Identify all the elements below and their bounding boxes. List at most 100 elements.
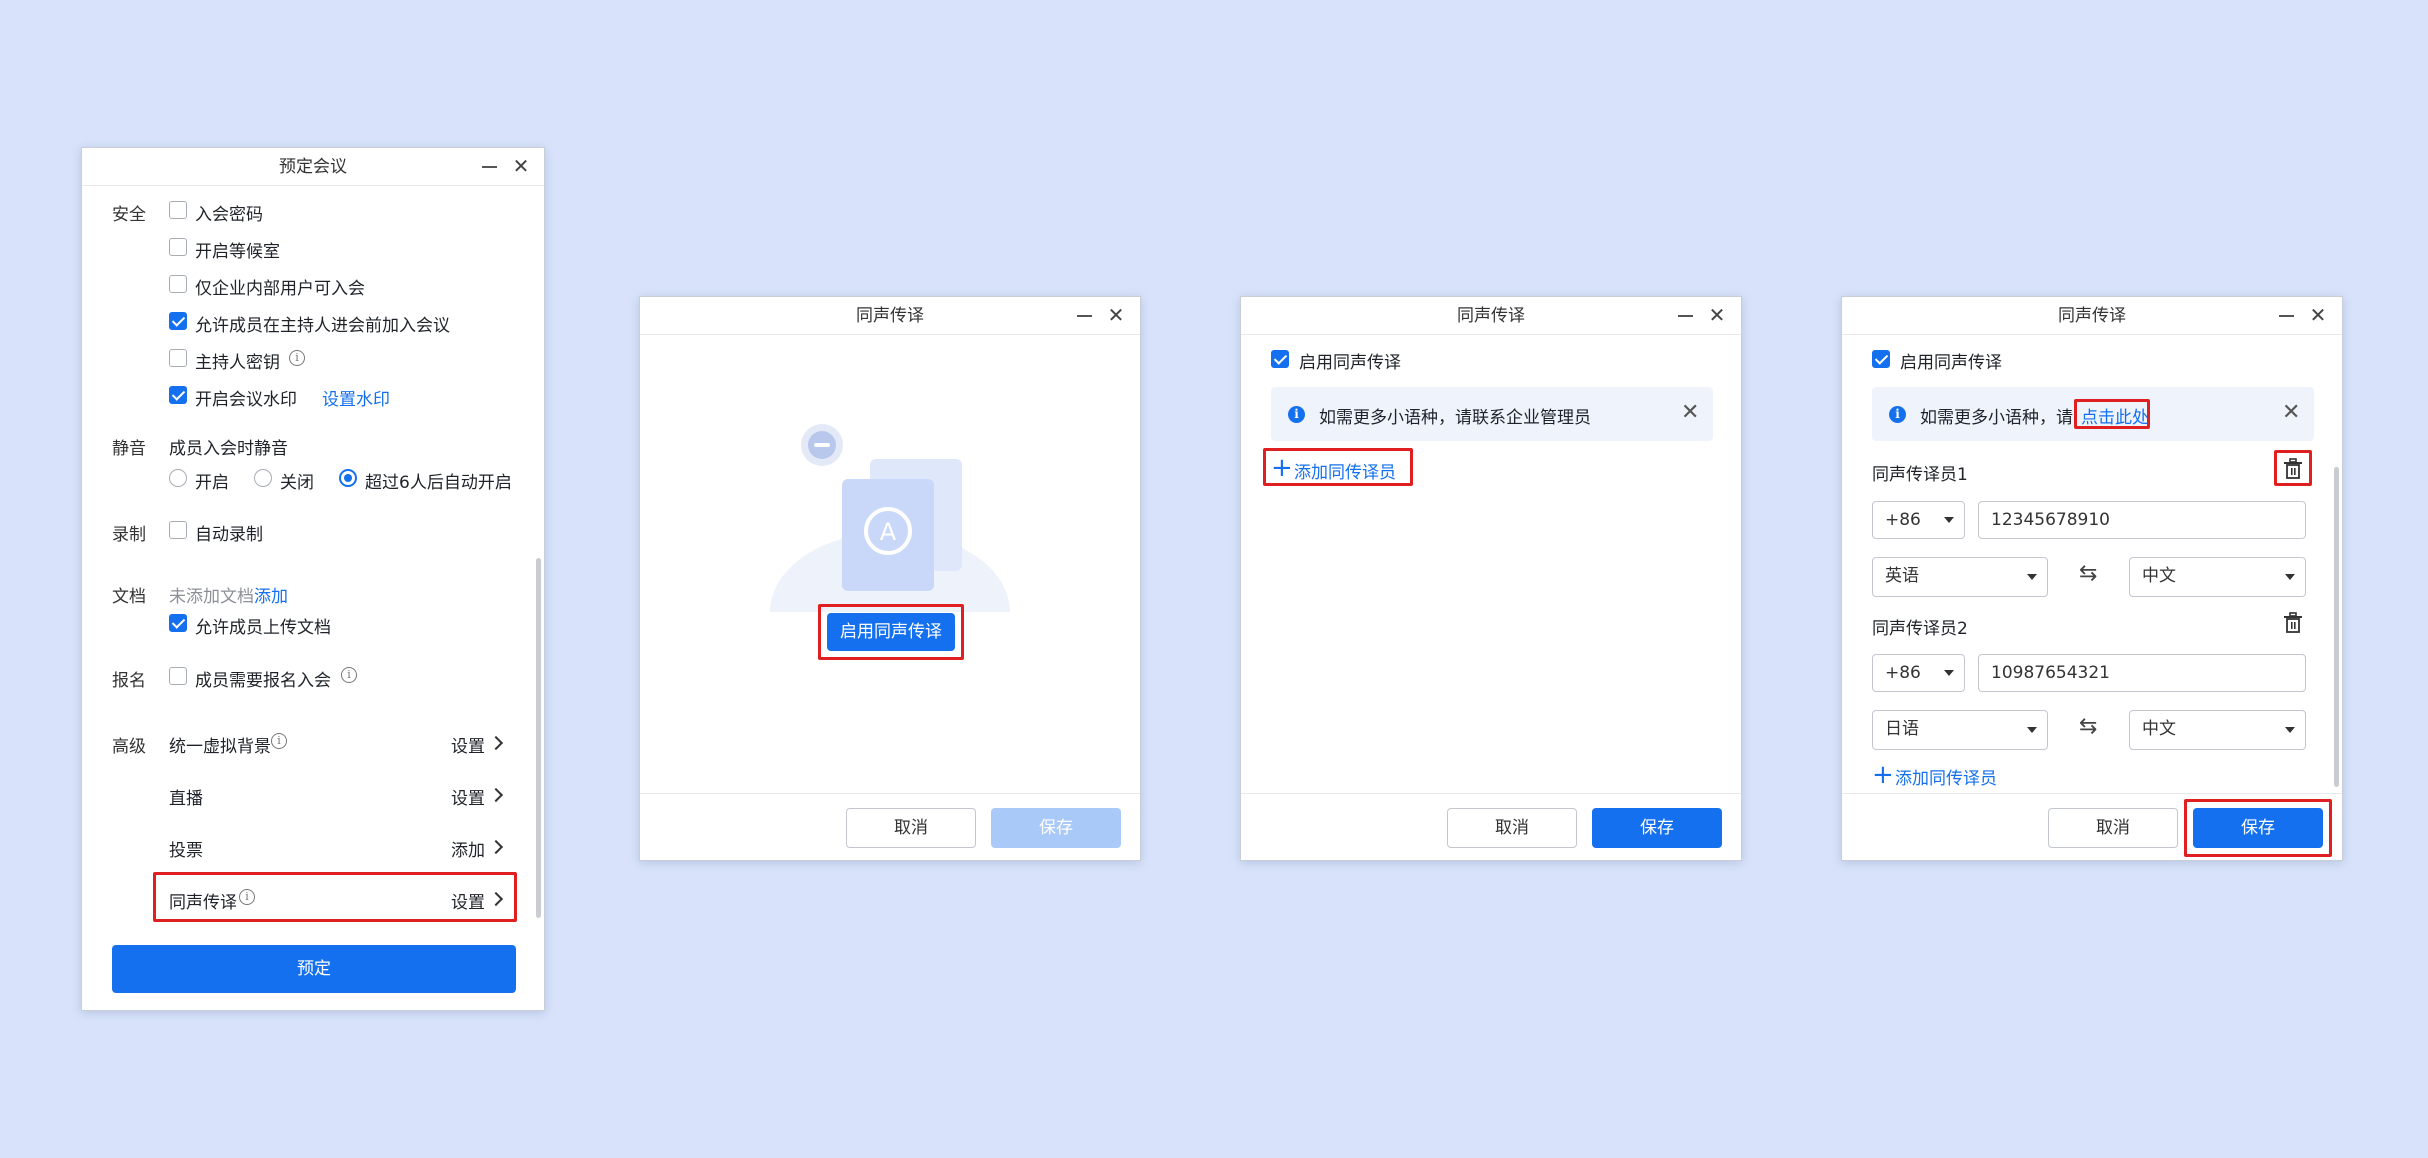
country-code-value: +86	[1885, 663, 1921, 683]
auto-record-label: 自动录制	[195, 525, 263, 545]
internal-only-checkbox[interactable]	[169, 275, 187, 293]
mute-label: 静音	[112, 439, 146, 459]
highlight-box	[2274, 450, 2312, 486]
info-icon[interactable]: i	[271, 733, 287, 749]
target-language-select[interactable]: 中文	[2129, 557, 2306, 597]
save-button[interactable]: 保存	[1592, 808, 1722, 848]
set-watermark-link[interactable]: 设置水印	[322, 385, 390, 410]
cancel-button[interactable]: 取消	[2048, 808, 2178, 848]
advanced-row-label: 投票	[169, 841, 203, 861]
interpreter-label: 同声传译员1	[1872, 465, 1968, 485]
info-icon[interactable]: i	[289, 350, 305, 366]
notice-text: 如需更多小语种，请	[1920, 408, 2073, 428]
target-language-value: 中文	[2142, 719, 2176, 739]
enable-interpretation-checkbox[interactable]	[1872, 350, 1890, 368]
host-key-label: 主持人密钥	[195, 353, 280, 373]
chevron-down-icon	[2027, 727, 2037, 733]
scrollbar[interactable]	[536, 558, 541, 918]
close-icon[interactable]: ✕	[2282, 402, 2300, 424]
target-language-value: 中文	[2142, 566, 2176, 586]
source-language-select[interactable]: 日语	[1872, 710, 2048, 750]
window-title: 同声传译	[1457, 306, 1525, 326]
chevron-right-icon	[488, 787, 504, 803]
host-key-checkbox[interactable]	[169, 349, 187, 367]
country-code-select[interactable]: +86	[1872, 501, 1965, 539]
mute-auto-label: 超过6人后自动开启	[365, 473, 512, 493]
swap-icon[interactable]: ⇆	[2079, 714, 2097, 739]
add-docs-link[interactable]: 添加	[254, 582, 288, 607]
chevron-right-icon	[488, 735, 504, 751]
allow-upload-label: 允许成员上传文档	[195, 618, 331, 638]
meeting-password-label: 入会密码	[195, 205, 263, 225]
svg-text:A: A	[880, 518, 897, 546]
trash-icon[interactable]	[2283, 612, 2303, 634]
docs-label: 文档	[112, 587, 146, 607]
interpretation-empty-window: 同声传译 ✕ A 启用同声传译 取消 保存	[639, 296, 1141, 861]
schedule-submit-button[interactable]: 预定	[112, 945, 516, 993]
internal-only-label: 仅企业内部用户可入会	[195, 279, 365, 299]
require-signup-label: 成员需要报名入会	[195, 671, 331, 691]
cancel-button[interactable]: 取消	[846, 808, 976, 848]
advanced-row-label: 统一虚拟背景	[169, 737, 271, 757]
interpreter-label: 同声传译员2	[1872, 619, 1968, 639]
source-language-select[interactable]: 英语	[1872, 557, 2048, 597]
chevron-right-icon	[488, 839, 504, 855]
mute-auto-radio[interactable]	[339, 469, 357, 487]
title-bar: 同声传译 ✕	[1241, 297, 1741, 335]
scrollbar[interactable]	[2334, 467, 2339, 787]
highlight-box	[153, 872, 517, 922]
require-signup-checkbox[interactable]	[169, 667, 187, 685]
footer-divider	[1241, 793, 1741, 794]
highlight-box	[2184, 799, 2332, 857]
plus-icon: +	[1872, 760, 1894, 790]
close-icon[interactable]: ✕	[511, 156, 531, 176]
allow-upload-checkbox[interactable]	[169, 614, 187, 632]
title-bar: 同声传译 ✕	[1842, 297, 2342, 335]
signup-label: 报名	[112, 671, 146, 691]
minimize-icon[interactable]	[1678, 315, 1693, 317]
window-title: 同声传译	[2058, 306, 2126, 326]
schedule-meeting-window: 预定会议 ✕ 安全 入会密码 开启等候室 仅企业内部用户可入会 允许成员在主持人…	[81, 147, 545, 1011]
minimize-icon[interactable]	[2279, 315, 2294, 317]
close-icon[interactable]: ✕	[1106, 305, 1126, 325]
highlight-box	[2074, 399, 2150, 429]
record-label: 录制	[112, 525, 146, 545]
no-docs-text: 未添加文档	[169, 587, 254, 607]
join-before-host-checkbox[interactable]	[169, 312, 187, 330]
target-language-select[interactable]: 中文	[2129, 710, 2306, 750]
phone-input[interactable]: 12345678910	[1978, 501, 2306, 539]
swap-icon[interactable]: ⇆	[2079, 561, 2097, 586]
advanced-row-action[interactable]: 设置	[451, 784, 485, 809]
close-icon[interactable]: ✕	[1681, 402, 1699, 424]
interpretation-enabled-window: 同声传译 ✕ 启用同声传译 i 如需更多小语种，请联系企业管理员 ✕ + 添加同…	[1240, 296, 1742, 861]
mute-off-radio[interactable]	[254, 469, 272, 487]
save-button[interactable]: 保存	[991, 808, 1121, 848]
chevron-down-icon	[2285, 574, 2295, 580]
phone-input[interactable]: 10987654321	[1978, 654, 2306, 692]
notice-text: 如需更多小语种，请联系企业管理员	[1319, 408, 1591, 428]
minimize-icon[interactable]	[482, 166, 497, 168]
mute-on-radio[interactable]	[169, 469, 187, 487]
enable-interpretation-label: 启用同声传译	[1900, 353, 2002, 373]
info-icon[interactable]: i	[341, 667, 357, 683]
auto-record-checkbox[interactable]	[169, 521, 187, 539]
close-icon[interactable]: ✕	[2308, 305, 2328, 325]
advanced-row-action[interactable]: 添加	[451, 836, 485, 861]
mute-sublabel: 成员入会时静音	[169, 439, 288, 459]
advanced-label: 高级	[112, 737, 146, 757]
window-title: 同声传译	[856, 306, 924, 326]
country-code-select[interactable]: +86	[1872, 654, 1965, 692]
minimize-icon[interactable]	[1077, 315, 1092, 317]
advanced-row-action[interactable]: 设置	[451, 732, 485, 757]
watermark-checkbox[interactable]	[169, 386, 187, 404]
title-bar: 预定会议 ✕	[82, 148, 544, 186]
mute-off-label: 关闭	[280, 473, 314, 493]
waiting-room-label: 开启等候室	[195, 242, 280, 262]
waiting-room-checkbox[interactable]	[169, 238, 187, 256]
enable-interpretation-checkbox[interactable]	[1271, 350, 1289, 368]
cancel-button[interactable]: 取消	[1447, 808, 1577, 848]
meeting-password-checkbox[interactable]	[169, 201, 187, 219]
empty-state-illustration: A	[770, 424, 1010, 612]
close-icon[interactable]: ✕	[1707, 305, 1727, 325]
mute-on-label: 开启	[195, 473, 229, 493]
